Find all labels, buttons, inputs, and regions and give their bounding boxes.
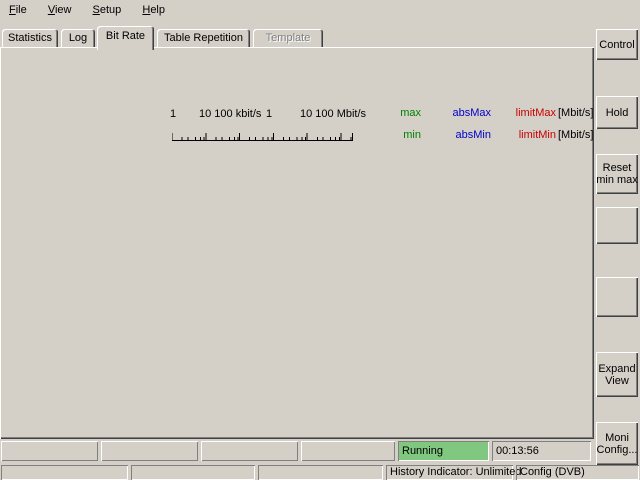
menu-view[interactable]: View	[39, 0, 81, 24]
config-indicator: Config (DVB)	[516, 465, 639, 480]
tab-bit-rate[interactable]: Bit Rate	[97, 26, 154, 50]
menu-bar: File View Setup Help	[0, 0, 640, 24]
app-window: File View Setup Help Statistics Log Bit …	[0, 0, 640, 480]
scale-label-kbit-group: 10 100 kbit/s	[199, 108, 261, 120]
running-status: Running	[398, 441, 489, 461]
tab-log[interactable]: Log	[61, 29, 95, 48]
elapsed-time: 00:13:56	[492, 441, 591, 461]
scale-label-mbit-group: 10 100 Mbit/s	[300, 108, 366, 120]
column-header-max: max	[383, 107, 421, 119]
scale-label-1mbit: 1	[266, 108, 272, 120]
moni-config-button[interactable]: Moni Config...	[596, 422, 638, 465]
log-scale-ruler	[172, 129, 354, 142]
column-header-min: min	[383, 129, 421, 141]
expand-view-button[interactable]: Expand View	[596, 352, 638, 397]
tab-template: Template	[253, 29, 323, 48]
statusbar-panel-3	[258, 465, 383, 480]
scale-label-1kbit: 1	[170, 108, 176, 120]
tab-statistics[interactable]: Statistics	[2, 29, 58, 48]
reset-min-max-button[interactable]: Reset min max	[596, 154, 638, 194]
control-button[interactable]: Control	[596, 29, 638, 60]
bit-rate-panel: 1 10 100 kbit/s 1 10 100 Mbit/s max absM…	[0, 47, 594, 439]
statusbar-panel-1	[1, 465, 128, 480]
status-panel-2	[101, 441, 198, 461]
statusbar-panel-2	[131, 465, 255, 480]
hold-button[interactable]: Hold	[596, 96, 638, 129]
column-header-absmin: absMin	[443, 129, 491, 141]
column-header-limitmin: limitMin	[506, 129, 556, 141]
menu-setup[interactable]: Setup	[84, 0, 131, 24]
status-panel-3	[201, 441, 298, 461]
side-button-blank-2[interactable]	[596, 277, 638, 317]
menu-file[interactable]: File	[0, 0, 36, 24]
column-header-absmax: absMax	[443, 107, 491, 119]
column-header-unit-min: [Mbit/s]	[558, 129, 602, 141]
menu-help[interactable]: Help	[133, 0, 174, 24]
status-panel-4	[301, 441, 395, 461]
side-button-blank-1[interactable]	[596, 207, 638, 244]
tab-table-repetition[interactable]: Table Repetition	[157, 29, 250, 48]
history-indicator: History Indicator: Unlimited	[386, 465, 513, 480]
column-header-limitmax: limitMax	[506, 107, 556, 119]
status-panel-1	[1, 441, 98, 461]
